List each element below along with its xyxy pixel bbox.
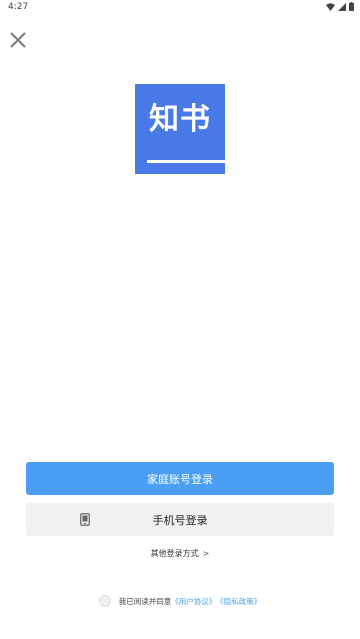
- privacy-policy-link[interactable]: 《隐私政策》: [216, 596, 261, 607]
- family-account-login-label: 家庭账号登录: [147, 472, 213, 486]
- wifi-icon: [326, 2, 335, 11]
- phone-login-button[interactable]: 手机号登录: [26, 503, 334, 536]
- signal-icon: [338, 2, 346, 11]
- chevron-right-icon: >: [202, 549, 210, 558]
- status-icons: [326, 2, 354, 11]
- other-login-label: 其他登录方式: [150, 549, 199, 558]
- logo-underline: [147, 160, 225, 163]
- phone-login-label: 手机号登录: [152, 513, 208, 527]
- close-button[interactable]: [8, 30, 28, 50]
- family-account-login-button[interactable]: 家庭账号登录: [26, 462, 334, 495]
- agreement-row: 我已阅读并同意 《用户协议》 《隐私政策》: [0, 595, 360, 607]
- battery-icon: [349, 2, 354, 11]
- agreement-radio[interactable]: [98, 595, 111, 607]
- app-logo: 知书: [135, 84, 225, 174]
- other-login-link[interactable]: 其他登录方式 >: [0, 548, 360, 559]
- phone-icon: [80, 513, 90, 526]
- status-bar: 4:27: [0, 0, 360, 14]
- status-time: 4:27: [8, 2, 29, 12]
- agreement-prefix: 我已阅读并同意: [118, 596, 172, 606]
- user-agreement-link[interactable]: 《用户协议》: [171, 596, 216, 607]
- close-icon: [10, 32, 26, 48]
- logo-text: 知书: [149, 102, 211, 137]
